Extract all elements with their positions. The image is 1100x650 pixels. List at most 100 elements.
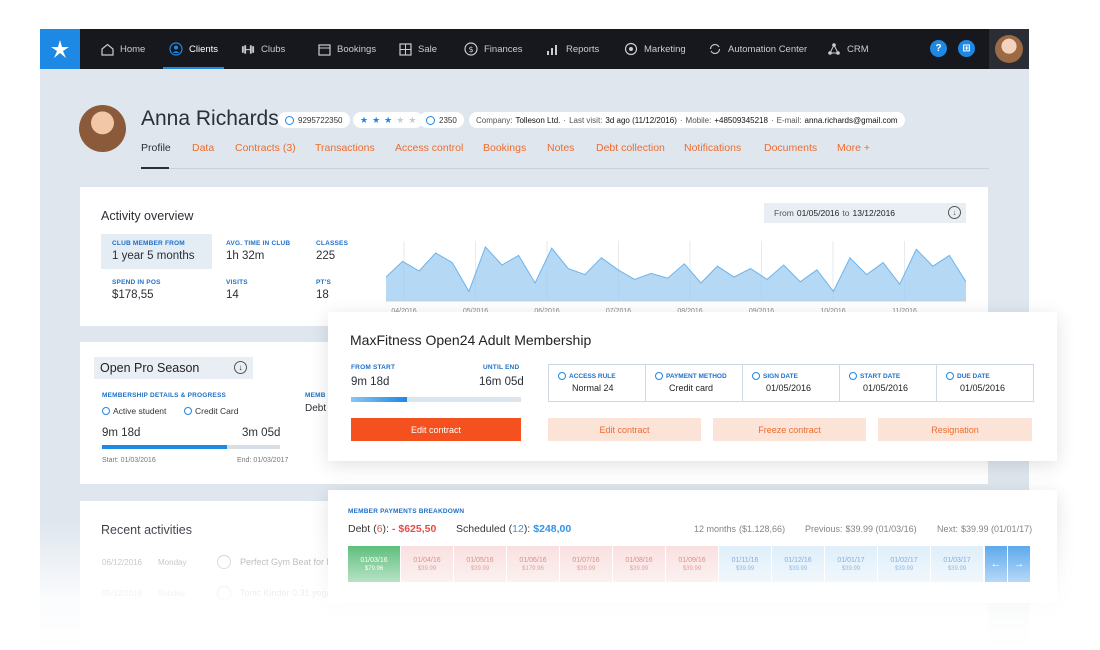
resignation-button[interactable]: Resignation [878,418,1032,441]
tab-more[interactable]: More + [837,142,870,154]
separator-dot: · [679,115,683,125]
season-select[interactable]: Open Pro Season ↓ [94,357,253,379]
activity-icon [217,555,231,569]
home-icon [100,42,114,56]
card-number: 9295722350 [298,115,343,125]
payment-cell-debt[interactable]: 01/04/16 $39.99 [401,546,454,582]
from-start-value: 9m 18d [351,376,390,388]
payment-date: 01/09/16 [678,556,706,564]
tab-profile[interactable]: Profile [141,142,171,154]
payment-amount: $39.99 [470,565,490,572]
tab-contracts[interactable]: Contracts (3) [235,142,296,154]
chevron-down-icon: ↓ [234,361,247,374]
nav-clubs[interactable]: Clubs [241,29,285,69]
apps-button[interactable]: ⊞ [958,40,975,57]
sign-date-label: Sign date [763,372,798,380]
arrow-right-icon[interactable]: → [1008,546,1030,582]
recent-title: Recent activities [101,523,193,537]
sync-icon [708,42,722,56]
payment-amount: $39.99 [947,565,967,572]
tab-transactions[interactable]: Transactions [315,142,375,154]
payment-cell-sched[interactable]: 01/12/16 $39.99 [772,546,825,582]
pts-value: 18 [316,289,329,301]
recent-item-text[interactable]: Tonic Kinder 0.31 yoga [240,588,332,598]
next-label: Next: [937,524,959,534]
tab-notes[interactable]: Notes [547,142,574,154]
payment-cell-sched[interactable]: 01/11/16 $39.99 [719,546,772,582]
nav-sale[interactable]: Sale [398,29,437,69]
freeze-contract-button[interactable]: Freeze contract [713,418,866,441]
tab-notifications[interactable]: Notifications [684,142,741,154]
partial-value: Debt [305,403,327,414]
payments-title: Member payments breakdown [348,508,465,515]
date-range-picker[interactable]: From 01/05/2016 to 13/12/2016 ↓ [764,203,966,223]
start-date-icon [849,372,857,380]
nav-reports[interactable]: Reports [546,29,599,69]
nav-home[interactable]: Home [100,29,145,69]
logo-star-icon[interactable] [40,29,80,69]
payment-text: Credit Card [195,406,239,416]
dumbbell-icon [241,42,255,56]
payment-amount: $39.99 [682,565,702,572]
avg-time-label: Avg. time in club [226,240,291,247]
nav-automation-center-label: Automation Center [728,43,808,55]
dollar-icon: $ [464,42,478,56]
nav-marketing[interactable]: Marketing [624,29,686,69]
nav-finances[interactable]: $ Finances [464,29,523,69]
profile-avatar [79,105,126,152]
edit-contract-button[interactable]: Edit contract [548,418,701,441]
visits-value: 14 [226,289,239,301]
range-to-label: to [842,208,850,218]
help-button[interactable]: ? [930,40,947,57]
payment-method-value: Credit card [669,383,714,393]
nav-crm[interactable]: CRM [827,29,869,69]
payment-cell-debt[interactable]: 01/05/16 $39.99 [454,546,507,582]
nav-finances-label: Finances [484,43,523,55]
spend-label: Spend in POS [112,279,161,286]
profile-name: Anna Richards [141,107,279,130]
payment-icon [184,407,192,415]
rating-pill: ★ ★ ★ ★ ★ [353,112,424,128]
arrow-left-icon[interactable]: ← [985,546,1007,582]
payment-cell-debt[interactable]: 01/09/16 $39.99 [666,546,719,582]
nav-marketing-label: Marketing [644,43,686,55]
scheduled-amount: $248,00 [533,523,572,535]
nav-clients[interactable]: Clients [162,29,225,69]
payment-cell-debt[interactable]: 01/08/16 $39.99 [613,546,666,582]
payment-cell-sched[interactable]: 01/03/17 $39.99 [931,546,984,582]
tab-debt-collection[interactable]: Debt collection [596,142,665,154]
tab-documents[interactable]: Documents [764,142,817,154]
next-value: $39.99 (01/01/17) [961,524,1033,534]
payment-date: 01/02/17 [890,556,918,564]
contact-info-pill: Company: Tolleson Ltd. · Last visit: 3d … [469,112,905,128]
until-end-value: 16m 05d [479,376,524,388]
contract-title: MaxFitness Open24 Adult Membership [350,332,592,348]
payment-amount: $39.99 [894,565,914,572]
payment-cell-sched[interactable]: 01/02/17 $39.99 [878,546,931,582]
due-date-icon [946,372,954,380]
sign-date-value: 01/05/2016 [766,383,812,393]
nav-bookings[interactable]: Bookings [317,29,376,69]
recent-item-text[interactable]: Perfect Gym Beat for Be [240,557,338,567]
mobile-label: Mobile: [685,115,712,125]
chevron-down-icon: ↓ [948,206,961,219]
payment-date: 01/12/16 [784,556,812,564]
payment-cell-sched[interactable]: 01/01/17 $39.99 [825,546,878,582]
tab-data[interactable]: Data [192,142,214,154]
contract-info-box: Access rule Normal 24 Payment method Cre… [548,364,1034,402]
tab-access-control[interactable]: Access control [395,142,463,154]
user-avatar[interactable] [989,29,1029,69]
payment-cell-paid[interactable]: 01/03/16 $79.96 [348,546,401,582]
status-text: Active student [113,406,167,416]
nav-clubs-label: Clubs [261,43,286,55]
payment-cell-debt[interactable]: 01/06/16 $179.96 [507,546,560,582]
edit-contract-primary-button[interactable]: Edit contract [351,418,521,441]
contract-progress-fill [351,397,408,402]
payment-cell-debt[interactable]: 01/07/16 $39.99 [560,546,613,582]
tab-bookings[interactable]: Bookings [483,142,526,154]
nav-automation-center[interactable]: Automation Center [708,29,807,69]
next-summary: Next: $39.99 (01/01/17) [937,524,1032,534]
previous-label: Previous: [805,524,843,534]
points-value: 2350 [439,115,457,125]
payment-amount: $39.99 [735,565,755,572]
